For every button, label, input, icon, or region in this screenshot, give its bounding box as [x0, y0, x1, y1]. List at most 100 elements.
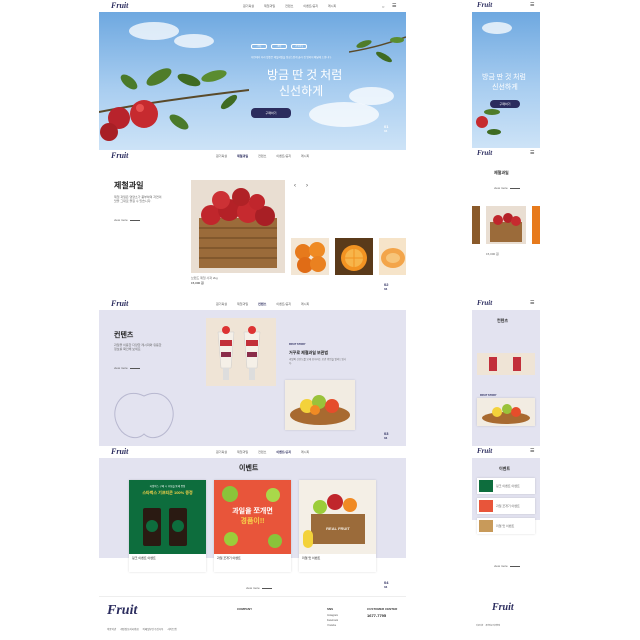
footer-link-sitemap[interactable]: 사이트맵: [167, 627, 176, 631]
nav-item-2[interactable]: 제철과일: [237, 154, 248, 158]
event-card-title: 리얼 맛 이벤트: [302, 556, 321, 560]
mobile-event-card-2[interactable]: 과일 쪼개기 이벤트: [477, 498, 535, 514]
mobile-menu-icon[interactable]: ☰: [530, 300, 534, 306]
mobile-menu-icon[interactable]: ☰: [530, 150, 534, 156]
nav-item-5[interactable]: 레시피: [328, 4, 336, 8]
mobile-parfait-image[interactable]: [477, 353, 535, 375]
seasonal-desc: 제철 과일은 영양소가 풍부하며 자연의 맛을 그대로 즐길 수 있습니다.: [114, 195, 162, 203]
nav-item-2[interactable]: 제철과일: [264, 4, 275, 8]
mobile-basket-image[interactable]: [486, 206, 526, 244]
nav-item-1[interactable]: 원기획설: [216, 450, 227, 454]
nav-item-4[interactable]: 이벤트/공지: [276, 154, 291, 158]
nav-item-2[interactable]: 제철과일: [237, 302, 248, 306]
seasonal-view-more[interactable]: view more: [114, 218, 140, 222]
hero-headline-2: 신선하게: [279, 84, 324, 98]
footer-cs-title: CUSTOMER CENTER: [367, 607, 398, 611]
parfait-image[interactable]: [206, 318, 276, 386]
nav-item-2[interactable]: 제철과일: [237, 450, 248, 454]
user-icon[interactable]: ○: [382, 4, 384, 9]
hero-banner: #과일 #제철 #추천과일 자연에서 자라 맛좋은 제철과일을 정성스럽게 골라…: [99, 12, 406, 150]
footer-link-terms[interactable]: 이용약관: [107, 627, 116, 631]
nav-item-4[interactable]: 이벤트/공지: [276, 450, 291, 454]
mobile-side-image-left[interactable]: [472, 206, 480, 244]
persimmon-image[interactable]: [291, 238, 329, 275]
fruit-split-banner: 과일을 쪼개면 경품이!!: [214, 480, 291, 554]
hero-pager: 01 04: [384, 124, 389, 133]
mobile-event-section: Fruit ☰ 이벤트 링크 이벤트 이벤트 과일 쪼개기 이벤트 리얼 맛 이…: [472, 446, 540, 594]
footer-links: 이용약관 개인정보처리방침 이메일무단수집거부 사이트맵: [107, 627, 177, 631]
mobile-side-image-right[interactable]: [532, 206, 540, 244]
nav-item-3[interactable]: 컨텐츠: [258, 302, 266, 306]
hero-tag-2[interactable]: #제철: [271, 44, 287, 49]
event-card-real-fruit[interactable]: REAL FRUIT 리얼 맛 이벤트: [299, 480, 376, 572]
mobile-event-title: 이벤트: [499, 466, 511, 471]
header-bar: Fruit 원기획설 제철과일 컨텐츠 이벤트/공지 레시피 ○ ☰: [99, 0, 406, 12]
event-title: 이벤트: [239, 465, 259, 472]
mobile-brand-logo[interactable]: Fruit: [477, 1, 492, 9]
header-bar: Fruit 원기획설 제철과일 컨텐츠 이벤트/공지 레시피: [99, 298, 406, 310]
seasonal-title: 제철과일: [114, 181, 144, 190]
mobile-brand-logo[interactable]: Fruit: [477, 447, 492, 455]
hero-tag-3[interactable]: #추천과일: [291, 44, 307, 49]
event-card-starbucks[interactable]: 과일박스 구매 시 추첨을 통해 증정 스타벅스 기프티콘 100% 증정 링크…: [129, 480, 206, 572]
nav-item-3[interactable]: 컨텐츠: [258, 154, 266, 158]
brand-logo[interactable]: Fruit: [111, 447, 128, 456]
nav-item-4[interactable]: 이벤트/공지: [303, 4, 318, 8]
mobile-footer: Fruit 이용약관 개인정보처리방침: [472, 596, 540, 640]
footer-link-email[interactable]: 이메일무단수집거부: [143, 627, 164, 631]
nav-item-5[interactable]: 레시피: [301, 302, 309, 306]
nav-item-3[interactable]: 컨텐츠: [285, 4, 293, 8]
fruit-bowl-image[interactable]: [285, 380, 355, 430]
mobile-seasonal-title: 제철과일: [494, 170, 509, 175]
story-title: 거꾸로 제철과일 보관법: [289, 350, 329, 355]
mobile-menu-icon[interactable]: ☰: [530, 448, 534, 454]
footer-company-title: COMPANY: [237, 607, 253, 611]
banner1-top: 과일박스 구매 시 추첨을 통해 증정: [149, 485, 186, 488]
menu-icon[interactable]: ☰: [392, 3, 396, 9]
footer-phone: 1677-7795: [367, 613, 387, 618]
brand-logo[interactable]: Fruit: [111, 151, 128, 160]
hero-tag-1[interactable]: #과일: [251, 44, 267, 49]
mobile-bowl-image[interactable]: [477, 398, 535, 426]
mobile-footer-logo: Fruit: [492, 602, 514, 613]
mobile-hero-section: Fruit ☰ 방금 딴 것 처럼 신선하게 구매하기: [472, 0, 540, 148]
nav-item-1[interactable]: 원기획설: [243, 4, 254, 8]
mobile-event-card-1[interactable]: 링크 이벤트 이벤트: [477, 478, 535, 494]
next-arrow-icon[interactable]: ›: [306, 183, 308, 189]
story-label: FRUIT STORY: [289, 343, 306, 346]
mobile-seasonal-more[interactable]: view more: [494, 186, 520, 190]
nav-item-1[interactable]: 원기획설: [216, 302, 227, 306]
melon-image[interactable]: [379, 238, 406, 275]
banner1-big: 스타벅스 기프티콘 100% 증정: [142, 490, 193, 495]
banner2-line2: 경품이!!: [240, 518, 265, 525]
mobile-menu-icon[interactable]: ☰: [530, 2, 534, 8]
nav-item-3[interactable]: 컨텐츠: [258, 450, 266, 454]
event-view-more[interactable]: view more: [246, 586, 272, 590]
sns-youtube[interactable]: Youtube: [327, 623, 338, 628]
orange-image[interactable]: [335, 238, 373, 275]
footer: Fruit 이용약관 개인정보처리방침 이메일무단수집거부 사이트맵 COMPA…: [99, 596, 406, 640]
prev-arrow-icon[interactable]: ‹: [294, 183, 296, 189]
apple-basket-image[interactable]: [191, 180, 285, 273]
mobile-brand-logo[interactable]: Fruit: [477, 299, 492, 307]
mobile-story-label: FRUIT STORY: [480, 394, 497, 397]
story-desc: 과일의 신선도를 오래 유지하는 보관 방법을 알려드립니다.: [289, 358, 347, 365]
contents-view-more[interactable]: view more: [114, 366, 140, 370]
nav-item-5[interactable]: 레시피: [301, 154, 309, 158]
event-card-fruit-split[interactable]: 과일을 쪼개면 경품이!! 과일 쪼개기 이벤트: [214, 480, 291, 572]
contents-desc: 과일을 이용한 다양한 레시피와 유용한 정보를 확인해 보세요.: [114, 343, 162, 351]
nav-item-5[interactable]: 레시피: [301, 450, 309, 454]
mobile-event-more[interactable]: view more: [494, 564, 520, 568]
footer-link-privacy[interactable]: 개인정보처리방침: [120, 627, 138, 631]
nav-item-1[interactable]: 원기획설: [216, 154, 227, 158]
main-nav: 원기획설 제철과일 컨텐츠 이벤트/공지 레시피: [216, 154, 309, 158]
footer-sns-title: SNS: [327, 607, 334, 611]
nav-item-4[interactable]: 이벤트/공지: [276, 302, 291, 306]
contents-section: Fruit 원기획설 제철과일 컨텐츠 이벤트/공지 레시피 컨텐츠 과일을 이…: [99, 298, 406, 446]
hero-buy-button[interactable]: 구매하기: [251, 108, 291, 118]
brand-logo[interactable]: Fruit: [111, 299, 128, 308]
mobile-event-card-3[interactable]: 리얼 맛 이벤트: [477, 518, 535, 534]
main-nav: 원기획설 제철과일 컨텐츠 이벤트/공지 레시피: [216, 302, 309, 306]
mobile-brand-logo[interactable]: Fruit: [477, 149, 492, 157]
brand-logo[interactable]: Fruit: [111, 1, 128, 10]
